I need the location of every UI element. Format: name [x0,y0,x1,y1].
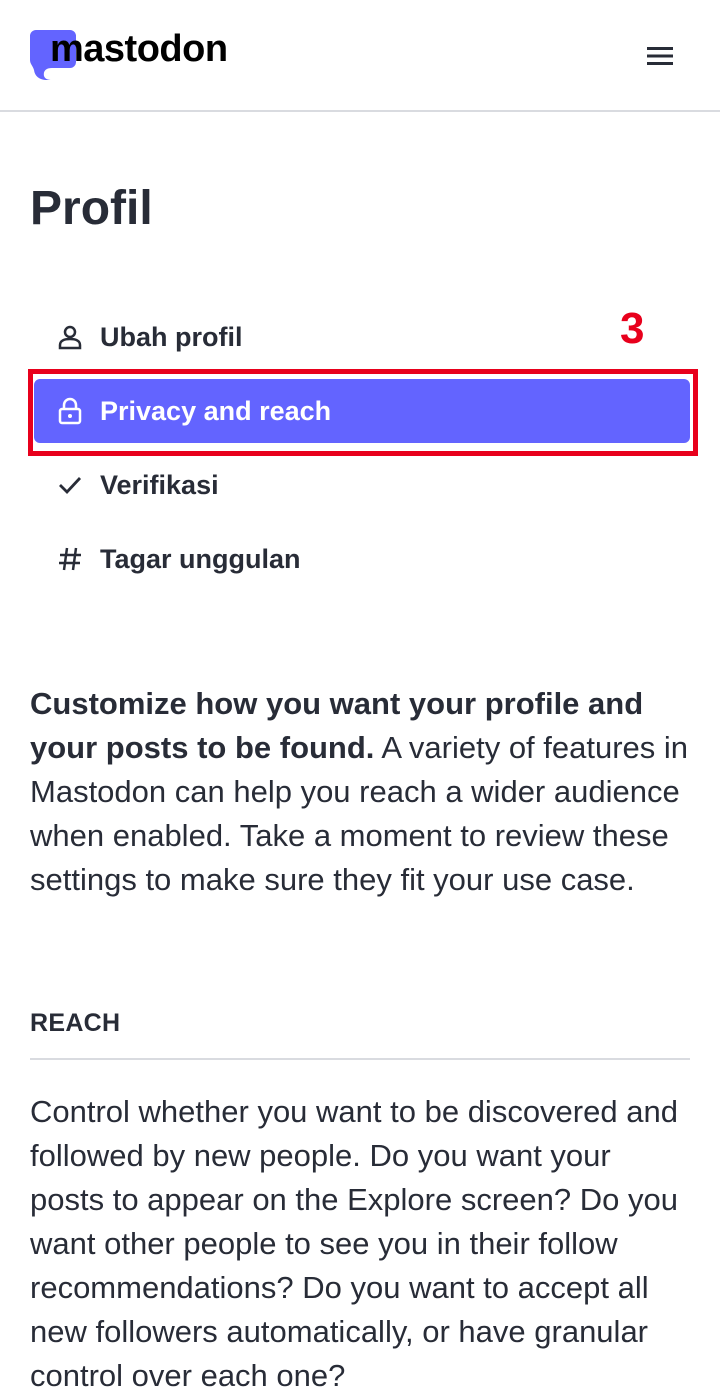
nav-item-edit-profile[interactable]: Ubah profil [34,305,690,369]
reach-section-heading: REACH [30,1004,690,1060]
step-number-annotation: 3 [620,304,645,353]
mastodon-logo[interactable]: mastodon [30,28,228,84]
nav-item-label: Ubah profil [100,321,243,352]
hamburger-menu-icon [647,47,673,65]
nav-item-label: Privacy and reach [100,395,332,426]
nav-item-label: Tagar unggulan [100,543,301,574]
nav-item-verification[interactable]: Verifikasi [34,453,690,517]
reach-description: Control whether you want to be discovere… [30,1094,678,1393]
hashtag-icon [52,541,88,577]
nav-item-privacy-and-reach[interactable]: Privacy and reach [34,379,690,443]
page-title: Profil [30,182,153,235]
logo-wordmark: mastodon [50,28,228,70]
intro-paragraph: Customize how you want your profile and … [30,682,690,902]
check-icon [52,467,88,503]
nav-item-featured-hashtags[interactable]: Tagar unggulan [34,527,690,591]
user-icon [52,319,88,355]
lock-icon [52,393,88,429]
hamburger-menu-button[interactable] [636,36,684,76]
section-heading-text: REACH [30,1009,121,1037]
top-header: mastodon [0,0,720,112]
nav-item-label: Verifikasi [100,469,219,500]
